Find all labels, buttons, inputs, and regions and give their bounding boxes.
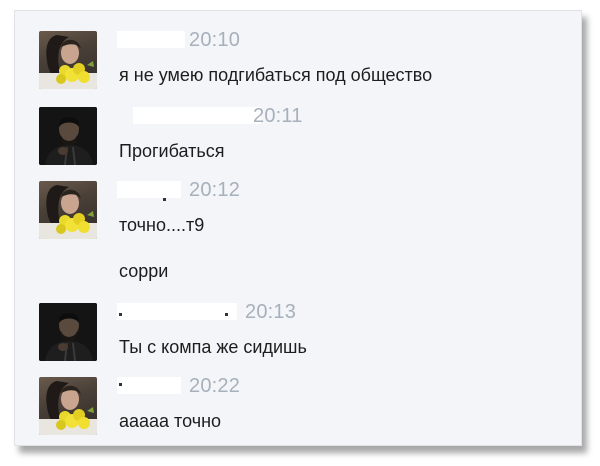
message-text: Ты с компа же сидишь bbox=[119, 337, 307, 357]
chat-window: 20:10 я не умею подгибаться под общество… bbox=[14, 10, 582, 446]
message-text: сорри bbox=[119, 261, 169, 281]
sender-name-redacted[interactable] bbox=[117, 181, 181, 198]
avatar-girl[interactable] bbox=[39, 31, 97, 89]
sender-name-redacted[interactable] bbox=[117, 377, 181, 394]
avatar-man[interactable] bbox=[39, 303, 97, 361]
sender-name-redacted[interactable] bbox=[133, 107, 261, 124]
avatar-girl[interactable] bbox=[39, 377, 97, 435]
redaction-artifact bbox=[163, 198, 166, 201]
message-time: 20:10 bbox=[189, 29, 241, 51]
redaction-artifact bbox=[225, 313, 228, 316]
message-time: 20:11 bbox=[253, 105, 303, 127]
avatar-girl[interactable] bbox=[39, 181, 97, 239]
message-time: 20:12 bbox=[189, 179, 241, 201]
message-text: точно....т9 bbox=[119, 215, 205, 235]
avatar-man[interactable] bbox=[39, 107, 97, 165]
message-text: Прогибаться bbox=[119, 141, 225, 161]
sender-name-redacted[interactable] bbox=[117, 303, 237, 320]
redaction-artifact bbox=[119, 383, 122, 386]
message-text: ааааа точно bbox=[119, 411, 222, 431]
redaction-artifact bbox=[119, 313, 122, 316]
sender-name-redacted[interactable] bbox=[117, 31, 185, 48]
message-time: 20:13 bbox=[245, 301, 297, 323]
message-time: 20:22 bbox=[189, 375, 241, 397]
message-text: я не умею подгибаться под общество bbox=[119, 65, 433, 85]
